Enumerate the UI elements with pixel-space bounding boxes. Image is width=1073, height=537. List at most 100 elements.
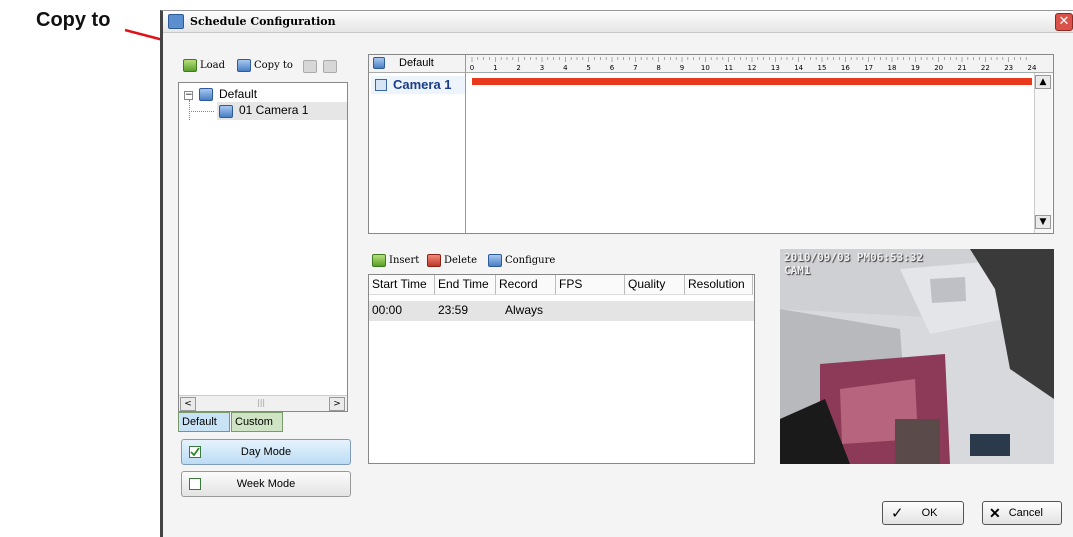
hour-tick-label: 0 [470,64,474,72]
column-header-record[interactable]: Record [496,275,556,295]
cancel-button[interactable]: ✕ Cancel [982,501,1062,525]
chevron-down-icon: ▼ [1039,217,1047,227]
copy-icon [237,59,251,72]
configure-label: Configure [505,255,556,266]
checkmark-icon: ✓ [891,505,904,522]
tree-connector [189,100,190,120]
timeline-vertical-scrollbar[interactable]: ▲ ▼ [1034,73,1052,233]
hour-tick-label: 13 [771,64,780,72]
tree-root-label[interactable]: Default [219,87,257,101]
scroll-up-button[interactable]: ▲ [1035,75,1051,89]
day-mode-label: Day Mode [240,446,292,458]
tab-default[interactable]: Default [178,412,230,432]
scroll-left-button[interactable]: < [180,397,196,411]
move-up-icon [303,60,317,73]
load-button[interactable]: Load [183,59,225,72]
hour-tick-label: 8 [656,64,660,72]
camera-tree: − Default 01 Camera 1 < ||| > [178,82,348,412]
week-mode-label: Week Mode [236,478,296,490]
column-header-resolution[interactable]: Resolution [685,275,753,295]
tree-item-camera-1[interactable]: 01 Camera 1 [217,102,347,120]
close-icon: ✕ [1058,14,1070,29]
hour-tick-label: 17 [864,64,873,72]
column-header-start-time[interactable]: Start Time [369,275,435,295]
schedule-configuration-window: Schedule Configuration ✕ Load Copy to − … [160,10,1073,537]
camera-icon [219,105,233,118]
insert-label: Insert [389,255,420,266]
hour-tick-label: 7 [633,64,637,72]
hour-tick-label: 23 [1004,64,1013,72]
scroll-thumb-grip[interactable]: ||| [257,398,265,407]
hour-tick-label: 19 [911,64,920,72]
delete-button[interactable]: Delete [427,254,477,267]
day-mode-button[interactable]: Day Mode [181,439,351,465]
timeline-row-label: Camera 1 [393,77,452,92]
hour-tick-label: 16 [841,64,850,72]
preview-osd: 2010/09/03 PM06:53:32 CAM1 [784,251,923,277]
hour-tick-label: 18 [888,64,897,72]
hour-tick-label: 22 [981,64,990,72]
window-title: Schedule Configuration [190,15,336,28]
cell-record: Always [505,303,544,317]
insert-button[interactable]: Insert [372,254,419,267]
column-header-fps[interactable]: FPS [556,275,625,295]
hour-tick-label: 1 [493,64,497,72]
copy-to-label: Copy to [254,60,293,71]
table-row[interactable] [369,301,754,321]
hour-tick-label: 3 [540,64,544,72]
schedule-timeline: Default 0 1 2 3 4 5 6 7 8 9 10 11 12 13 14 15 16 17 18 19 20… [368,54,1054,234]
column-header-quality[interactable]: Quality [625,275,685,295]
collapse-toggle[interactable]: − [184,91,193,100]
group-icon [199,88,213,101]
hour-tick-label: 15 [818,64,827,72]
tree-horizontal-scrollbar[interactable]: < ||| > [179,395,347,411]
chevron-right-icon: > [333,399,341,409]
title-bar: Schedule Configuration ✕ [163,11,1073,33]
camera-preview: 2010/09/03 PM06:53:32 CAM1 [780,249,1054,464]
move-down-button[interactable] [323,60,337,76]
delete-label: Delete [444,255,477,266]
cell-start-time: 00:00 [372,303,403,317]
camera-row-icon [375,79,387,91]
preview-image [780,249,1054,464]
hour-tick-label: 10 [701,64,710,72]
cell-end-time: 23:59 [438,303,469,317]
chevron-left-icon: < [184,399,192,409]
annotation-label: Copy to [36,9,111,31]
delete-icon [427,254,441,267]
timeline-header: Default 0 1 2 3 4 5 6 7 8 9 10 11 12 13 14 15 16 17 18 19 20… [369,55,1053,73]
hour-tick-label: 14 [794,64,803,72]
configure-icon [488,254,502,267]
grid-icon [373,57,385,69]
cancel-label: Cancel [1008,507,1043,519]
scroll-right-button[interactable]: > [329,397,345,411]
week-mode-button[interactable]: Week Mode [181,471,351,497]
hour-tick-label: 2 [516,64,520,72]
hour-tick-label: 21 [958,64,967,72]
timeline-header-label: Default [399,57,434,69]
insert-icon [372,254,386,267]
cancel-x-icon: ✕ [989,504,1001,521]
hour-tick-label: 9 [680,64,684,72]
hour-tick-label: 12 [748,64,757,72]
load-label: Load [200,60,226,71]
hour-tick-label: 6 [610,64,615,72]
close-button[interactable]: ✕ [1055,13,1073,31]
hour-tick-label: 24 [1028,64,1037,72]
schedule-table: Start Time End Time Record FPS Quality R… [368,274,755,464]
move-down-icon [323,60,337,73]
schedule-bar-always[interactable] [472,78,1032,85]
osd-date: 2010/09/03 PM06:53:32 [784,251,924,264]
configure-button[interactable]: Configure [488,254,555,267]
hour-ruler: 0 1 2 3 4 5 6 7 8 9 10 11 12 13 14 15 16 17 18 19 20 21 22 23 24 [470,57,1037,72]
schedule-bar-area [472,78,1032,85]
move-up-button[interactable] [303,60,317,76]
hour-tick-label: 5 [586,64,590,72]
copy-to-button[interactable]: Copy to [237,59,293,72]
tab-custom[interactable]: Custom [231,412,283,432]
column-header-end-time[interactable]: End Time [435,275,496,295]
ok-label: OK [921,507,938,519]
timeline-row-camera-1[interactable]: Camera 1 [371,76,465,94]
scroll-down-button[interactable]: ▼ [1035,215,1051,229]
ok-button[interactable]: ✓ OK [882,501,964,525]
